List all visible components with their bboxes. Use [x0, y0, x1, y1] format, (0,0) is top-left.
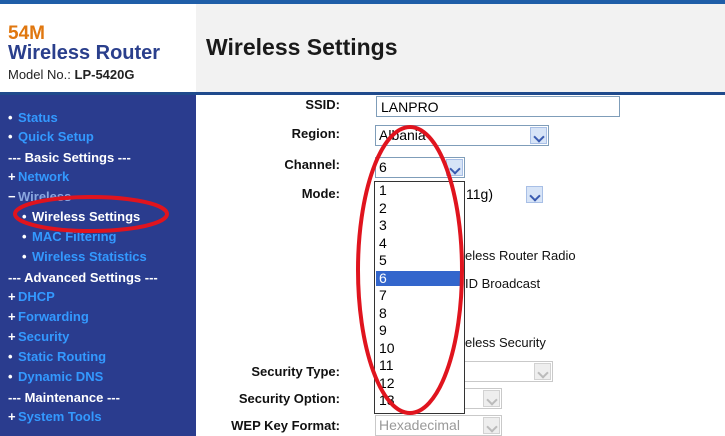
bullet-icon: • [22, 229, 27, 244]
channel-option[interactable]: 5 [376, 253, 463, 268]
channel-option[interactable]: 11 [376, 358, 463, 373]
channel-option[interactable]: 10 [376, 340, 463, 356]
mode-label: Mode: [301, 186, 340, 201]
chevron-down-icon[interactable] [534, 363, 551, 380]
channel-option[interactable]: 13 [376, 393, 463, 408]
sidebar-item-static-routing[interactable]: • Static Routing [8, 349, 106, 364]
page-title: Wireless Settings [206, 34, 398, 60]
channel-option[interactable]: 8 [376, 305, 463, 321]
channel-select[interactable]: 6 [375, 157, 465, 178]
mode-value: 11g) [466, 186, 493, 202]
sidebar-item-quick-setup[interactable]: • Quick Setup [8, 129, 94, 144]
wep-key-format-label: WEP Key Format: [231, 418, 340, 433]
channel-option[interactable]: 12 [376, 375, 463, 391]
sidebar-item-mac-filtering[interactable]: • MAC Filtering [22, 229, 117, 244]
channel-option[interactable]: 2 [376, 200, 463, 216]
sidebar-section-advanced: --- Advanced Settings --- [8, 270, 158, 285]
plus-icon: + [8, 409, 16, 424]
plus-icon: + [8, 309, 16, 324]
region-label: Region: [291, 126, 340, 141]
plus-icon: + [8, 289, 16, 304]
channel-option[interactable]: 4 [376, 235, 463, 251]
bullet-icon: • [8, 369, 13, 384]
ssid-input[interactable]: LANPRO [376, 96, 620, 117]
channel-label: Channel: [284, 157, 340, 172]
sidebar-item-wireless[interactable]: − Wireless [8, 189, 71, 204]
channel-dropdown-list[interactable]: 1 2 3 4 5 6 7 8 9 10 11 12 13 [374, 181, 465, 414]
bullet-icon: • [22, 209, 27, 224]
brand-speed: 54M [8, 23, 45, 44]
sidebar-item-forwarding[interactable]: + Forwarding [8, 309, 89, 324]
sidebar-item-status[interactable]: • Status [8, 110, 58, 125]
sidebar-item-dhcp[interactable]: + DHCP [8, 289, 55, 304]
sidebar-item-network[interactable]: + Network [8, 169, 69, 184]
chevron-down-icon[interactable] [530, 127, 547, 144]
plus-icon: + [8, 169, 16, 184]
channel-option[interactable]: 3 [376, 218, 463, 233]
channel-option[interactable]: 7 [376, 288, 463, 303]
channel-value: 6 [379, 159, 387, 175]
model-value: LP-5420G [74, 67, 135, 82]
bullet-icon: • [22, 249, 27, 264]
wireless-security-text: eless Security [465, 335, 546, 350]
plus-icon: + [8, 329, 16, 344]
chevron-down-icon[interactable] [483, 390, 500, 407]
brand-product: Wireless Router [8, 42, 161, 64]
security-option-label: Security Option: [238, 391, 340, 406]
brand-model: Model No.: LP-5420G [8, 67, 134, 82]
radio-enable-text: eless Router Radio [465, 248, 576, 263]
ssid-broadcast-text: ID Broadcast [465, 276, 541, 291]
sidebar-item-system-tools[interactable]: + System Tools [8, 409, 102, 424]
chevron-down-icon[interactable] [526, 186, 543, 203]
region-value: Albania [379, 127, 426, 143]
sidebar-item-security[interactable]: + Security [8, 329, 69, 344]
sidebar-section-basic: --- Basic Settings --- [8, 150, 131, 165]
page-header: Wireless Settings [196, 4, 725, 92]
minus-icon: − [8, 189, 16, 204]
brand-logo: 54M Wireless Router Model No.: LP-5420G [0, 4, 196, 92]
model-label: Model No.: [8, 67, 71, 82]
region-select[interactable]: Albania [375, 125, 549, 146]
sidebar: • Status • Quick Setup --- Basic Settings … [0, 95, 196, 436]
channel-option[interactable]: 6 [376, 270, 463, 286]
ssid-label: SSID: [305, 97, 340, 112]
sidebar-item-wireless-statistics[interactable]: • Wireless Statistics [22, 249, 147, 264]
security-type-label: Security Type: [251, 364, 340, 379]
channel-option[interactable]: 1 [376, 183, 463, 198]
bullet-icon: • [8, 349, 13, 364]
wep-key-format-select[interactable]: Hexadecimal [375, 415, 502, 436]
sidebar-section-maintenance: --- Maintenance --- [8, 390, 120, 405]
bullet-icon: • [8, 129, 13, 144]
sidebar-item-dynamic-dns[interactable]: • Dynamic DNS [8, 369, 103, 384]
wep-key-format-value: Hexadecimal [379, 417, 460, 433]
channel-option[interactable]: 9 [376, 323, 463, 338]
chevron-down-icon[interactable] [483, 417, 500, 434]
bullet-icon: • [8, 110, 13, 125]
chevron-down-icon[interactable] [446, 159, 463, 176]
sidebar-item-wireless-settings[interactable]: • Wireless Settings [22, 209, 140, 224]
